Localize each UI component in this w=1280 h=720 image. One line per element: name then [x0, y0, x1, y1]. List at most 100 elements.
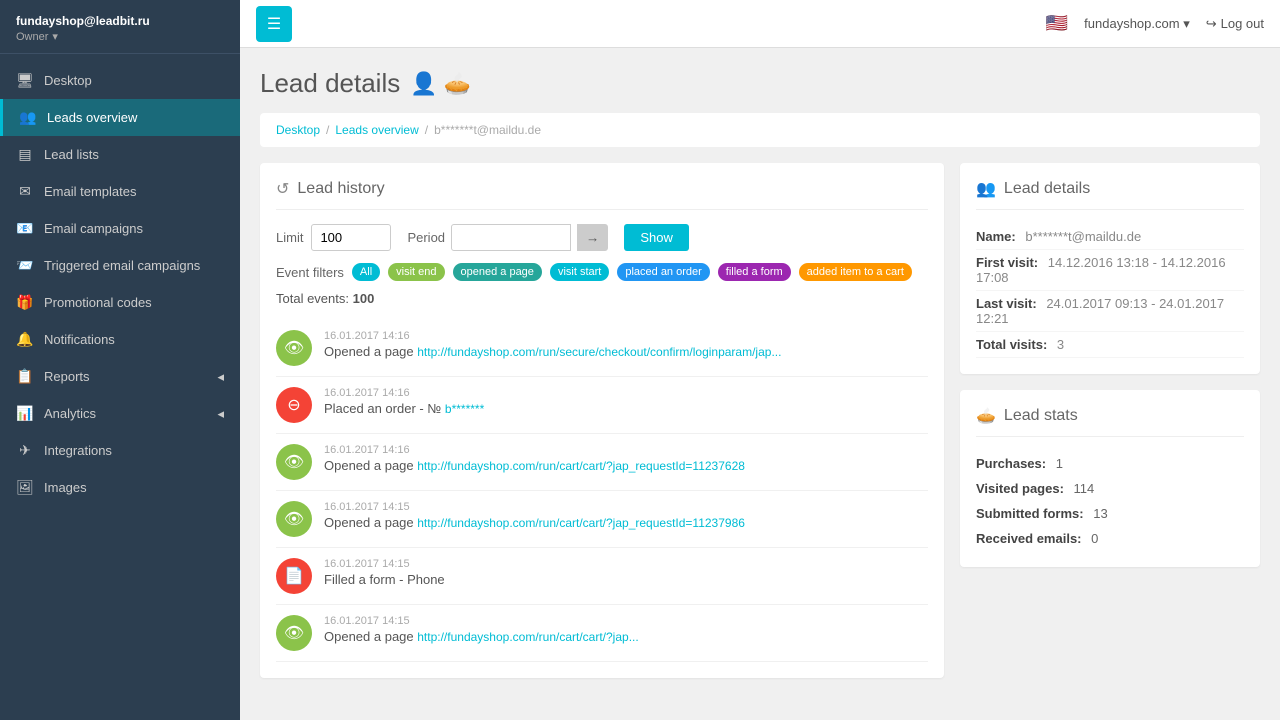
breadcrumb-leads-overview[interactable]: Leads overview	[335, 123, 418, 137]
sidebar-item-analytics[interactable]: 📊 Analytics ◂	[0, 395, 240, 432]
event-filters-row: Event filters All visit end opened a pag…	[276, 263, 928, 281]
detail-name-row: Name: b*******t@maildu.de	[976, 224, 1244, 250]
filters-row: Limit Period → Show	[276, 224, 928, 251]
analytics-arrow-icon: ◂	[217, 406, 224, 422]
period-label: Period	[407, 230, 445, 245]
lead-history-panel: ↺ Lead history Limit Period →	[260, 163, 944, 694]
event-text: Opened a page http://fundayshop.com/run/…	[324, 515, 928, 530]
promo-icon: 🎁	[16, 294, 34, 311]
event-time: 16.01.2017 14:16	[324, 387, 928, 399]
person-icon: 👤	[410, 71, 437, 97]
reports-arrow-icon: ◂	[217, 369, 224, 385]
detail-first-visit-row: First visit: 14.12.2016 13:18 - 14.12.20…	[976, 250, 1244, 291]
detail-last-visit-row: Last visit: 24.01.2017 09:13 - 24.01.201…	[976, 291, 1244, 332]
lead-details-title: 👥 Lead details	[976, 179, 1244, 210]
event-item: 👁 16.01.2017 14:16 Opened a page http://…	[276, 434, 928, 491]
notifications-icon: 🔔	[16, 331, 34, 348]
history-icon: ↺	[276, 179, 289, 199]
event-icon-eye: 👁	[276, 501, 312, 537]
filter-visit-end[interactable]: visit end	[388, 263, 444, 281]
lead-stats-icon: 🥧	[976, 406, 996, 426]
event-link[interactable]: http://fundayshop.com/run/secure/checkou…	[417, 345, 781, 359]
sidebar-item-images[interactable]: 🖼 Images	[0, 469, 240, 506]
page-content: Lead details 👤 🥧 Desktop / Leads overvie…	[240, 48, 1280, 720]
breadcrumb: Desktop / Leads overview / b*******t@mai…	[260, 113, 1260, 147]
sidebar-username: fundayshop@leadbit.ru	[16, 14, 224, 28]
total-events: Total events: 100	[276, 291, 928, 306]
logout-icon: ↪	[1206, 16, 1217, 32]
event-list: 👁 16.01.2017 14:16 Opened a page http://…	[276, 320, 928, 662]
event-link[interactable]: http://fundayshop.com/run/cart/cart/?jap…	[417, 459, 745, 473]
event-link[interactable]: b*******	[445, 402, 484, 416]
stat-received-emails-row: Received emails: 0	[976, 526, 1244, 551]
period-from-input[interactable]	[451, 224, 571, 251]
event-icon-eye: 👁	[276, 615, 312, 651]
flag-icon[interactable]: 🇺🇸	[1046, 13, 1068, 34]
sidebar-item-email-templates[interactable]: ✉ Email templates	[0, 173, 240, 210]
lead-stats-card: 🥧 Lead stats Purchases: 1 Visited pages:…	[960, 390, 1260, 567]
desktop-icon: 🖥	[16, 72, 34, 89]
lead-lists-icon: ▤	[16, 146, 34, 163]
sidebar-item-reports[interactable]: 📋 Reports ◂	[0, 358, 240, 395]
lead-details-card: 👥 Lead details Name: b*******t@maildu.de…	[960, 163, 1260, 374]
integrations-icon: ✈	[16, 442, 34, 459]
event-item: 👁 16.01.2017 14:16 Opened a page http://…	[276, 320, 928, 377]
event-icon-eye: 👁	[276, 444, 312, 480]
event-text: Opened a page http://fundayshop.com/run/…	[324, 344, 928, 359]
menu-button[interactable]: ☰	[256, 6, 292, 42]
leads-overview-icon: 👥	[19, 109, 37, 126]
reports-icon: 📋	[16, 368, 34, 385]
breadcrumb-sep1: /	[326, 123, 329, 137]
sidebar-nav: 🖥 Desktop 👥 Leads overview ▤ Lead lists …	[0, 54, 240, 506]
limit-input[interactable]	[311, 224, 391, 251]
event-icon-eye: 👁	[276, 330, 312, 366]
sidebar-item-email-campaigns[interactable]: 📧 Email campaigns	[0, 210, 240, 247]
event-item: 👁 16.01.2017 14:15 Opened a page http://…	[276, 491, 928, 548]
limit-label: Limit	[276, 230, 303, 245]
right-panel: 👥 Lead details Name: b*******t@maildu.de…	[960, 163, 1260, 694]
sidebar-item-integrations[interactable]: ✈ Integrations	[0, 432, 240, 469]
sidebar-item-notifications[interactable]: 🔔 Notifications	[0, 321, 240, 358]
topbar: ☰ 🇺🇸 fundayshop.com ▾ ↪ Log out	[240, 0, 1280, 48]
lead-details-icon: 👥	[976, 179, 996, 199]
triggered-email-icon: 📨	[16, 257, 34, 274]
period-arrow-button[interactable]: →	[577, 224, 608, 251]
lead-stats-title: 🥧 Lead stats	[976, 406, 1244, 437]
breadcrumb-email: b*******t@maildu.de	[434, 123, 541, 137]
topbar-domain[interactable]: fundayshop.com ▾	[1084, 16, 1190, 32]
hamburger-icon: ☰	[267, 14, 281, 34]
breadcrumb-desktop[interactable]: Desktop	[276, 123, 320, 137]
filter-added-item-to-cart[interactable]: added item to a cart	[799, 263, 912, 281]
event-text: Opened a page http://fundayshop.com/run/…	[324, 458, 928, 473]
page-title: Lead details 👤 🥧	[260, 68, 1260, 99]
event-filters-label: Event filters	[276, 265, 344, 280]
period-group: Period →	[407, 224, 608, 251]
email-campaigns-icon: 📧	[16, 220, 34, 237]
event-text: Filled a form - Phone	[324, 572, 928, 587]
filter-placed-an-order[interactable]: placed an order	[617, 263, 709, 281]
sidebar-item-lead-lists[interactable]: ▤ Lead lists	[0, 136, 240, 173]
filter-opened-a-page[interactable]: opened a page	[453, 263, 542, 281]
logout-button[interactable]: ↪ Log out	[1206, 16, 1264, 32]
event-link[interactable]: http://fundayshop.com/run/cart/cart/?jap…	[417, 516, 745, 530]
filter-all-badge[interactable]: All	[352, 263, 380, 281]
sidebar-item-promotional-codes[interactable]: 🎁 Promotional codes	[0, 284, 240, 321]
event-icon-form: 📄	[276, 558, 312, 594]
sidebar: fundayshop@leadbit.ru Owner ▾ 🖥 Desktop …	[0, 0, 240, 720]
content-grid: ↺ Lead history Limit Period →	[260, 163, 1260, 694]
detail-total-visits-row: Total visits: 3	[976, 332, 1244, 358]
sidebar-item-desktop[interactable]: 🖥 Desktop	[0, 62, 240, 99]
limit-group: Limit	[276, 224, 391, 251]
event-time: 16.01.2017 14:15	[324, 615, 928, 627]
pie-chart-icon: 🥧	[444, 71, 471, 97]
filter-visit-start[interactable]: visit start	[550, 263, 609, 281]
event-link[interactable]: http://fundayshop.com/run/cart/cart/?jap…	[417, 630, 638, 644]
show-button[interactable]: Show	[624, 224, 689, 251]
event-time: 16.01.2017 14:15	[324, 558, 928, 570]
event-time: 16.01.2017 14:16	[324, 444, 928, 456]
filter-filled-a-form[interactable]: filled a form	[718, 263, 791, 281]
sidebar-item-triggered-email[interactable]: 📨 Triggered email campaigns	[0, 247, 240, 284]
sidebar-item-leads-overview[interactable]: 👥 Leads overview	[0, 99, 240, 136]
event-item: 👁 16.01.2017 14:15 Opened a page http://…	[276, 605, 928, 662]
lead-history-title: ↺ Lead history	[276, 179, 928, 210]
